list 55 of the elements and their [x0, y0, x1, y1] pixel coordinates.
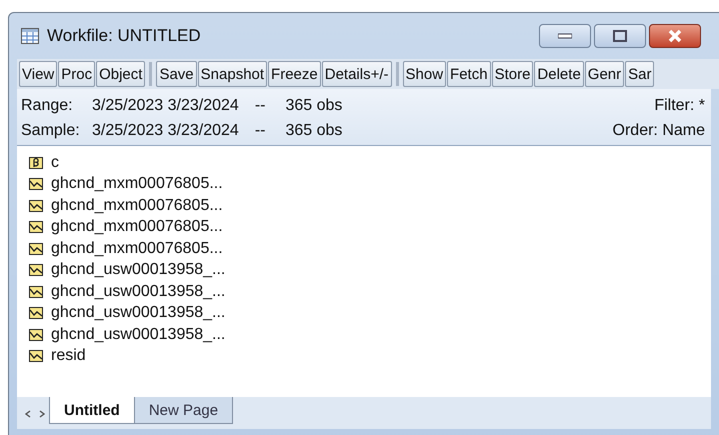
series-icon — [29, 221, 43, 234]
series-icon — [29, 307, 43, 320]
toolbar-button[interactable]: Proc — [58, 61, 96, 87]
series-icon — [29, 350, 43, 362]
sample-separator: -- — [254, 122, 266, 140]
series-icon — [29, 242, 43, 255]
toolbar-button[interactable]: Freeze — [268, 61, 321, 87]
object-name[interactable]: ghcnd_usw00013958_... — [51, 326, 226, 344]
chevron-left-icon — [25, 410, 31, 418]
toolbar-button[interactable]: Object — [96, 61, 146, 87]
range-obs: 365 obs — [285, 96, 342, 114]
object-name[interactable]: ghcnd_usw00013958_... — [51, 304, 226, 322]
table-icon — [21, 28, 39, 44]
maximize-button[interactable] — [594, 24, 646, 48]
sample-label: Sample: — [21, 122, 81, 140]
object-name[interactable]: resid — [51, 347, 86, 366]
object-name[interactable]: c — [51, 154, 59, 172]
toolbar-button[interactable]: Details+/- — [322, 61, 392, 87]
toolbar-button[interactable]: Delete — [534, 61, 584, 87]
object-name[interactable]: ghcnd_mxm00076805... — [51, 196, 223, 215]
toolbar-button[interactable]: Snapshot — [198, 61, 268, 87]
close-icon — [667, 29, 683, 43]
toolbar-button[interactable]: Sar — [625, 61, 654, 87]
minimize-button[interactable] — [539, 24, 591, 48]
toolbar-button[interactable]: View — [19, 61, 58, 87]
page-tab[interactable]: Untitled — [49, 397, 135, 424]
range-dates: 3/25/2023 3/23/2024 — [92, 96, 239, 114]
toolbar-button[interactable]: Genr — [584, 61, 624, 87]
series-icon — [29, 178, 43, 190]
sample-dates: 3/25/2023 3/23/2024 — [92, 122, 239, 140]
object-name[interactable]: ghcnd_usw00013958_... — [51, 282, 226, 301]
sample-obs: 365 obs — [285, 122, 342, 140]
toolbar-button[interactable]: Save — [156, 61, 197, 87]
object-name[interactable]: ghcnd_mxm00076805... — [51, 175, 223, 194]
object-name[interactable]: ghcnd_mxm00076805... — [51, 240, 223, 258]
filter-label: Filter: * — [654, 96, 705, 114]
object-name[interactable]: ghcnd_mxm00076805... — [51, 218, 223, 236]
range-label: Range: — [21, 96, 74, 114]
window-title: Workfile: UNTITLED — [47, 26, 201, 46]
minimize-icon — [558, 33, 572, 39]
toolbar-button[interactable]: Store — [492, 61, 534, 87]
series-icon — [29, 264, 43, 276]
series-icon — [29, 200, 43, 212]
page-tab[interactable]: New Page — [134, 397, 234, 424]
toolbar-button[interactable]: Fetch — [447, 61, 491, 87]
range-separator: -- — [254, 96, 266, 114]
order-label: Order: Name — [612, 122, 705, 140]
close-button[interactable] — [649, 24, 701, 48]
beta-icon — [29, 156, 43, 169]
object-name[interactable]: ghcnd_usw00013958_... — [51, 261, 226, 280]
series-icon — [29, 328, 43, 341]
series-icon — [29, 286, 43, 298]
chevron-right-icon — [39, 410, 45, 418]
maximize-icon — [613, 30, 627, 42]
toolbar-button[interactable]: Show — [402, 61, 446, 87]
